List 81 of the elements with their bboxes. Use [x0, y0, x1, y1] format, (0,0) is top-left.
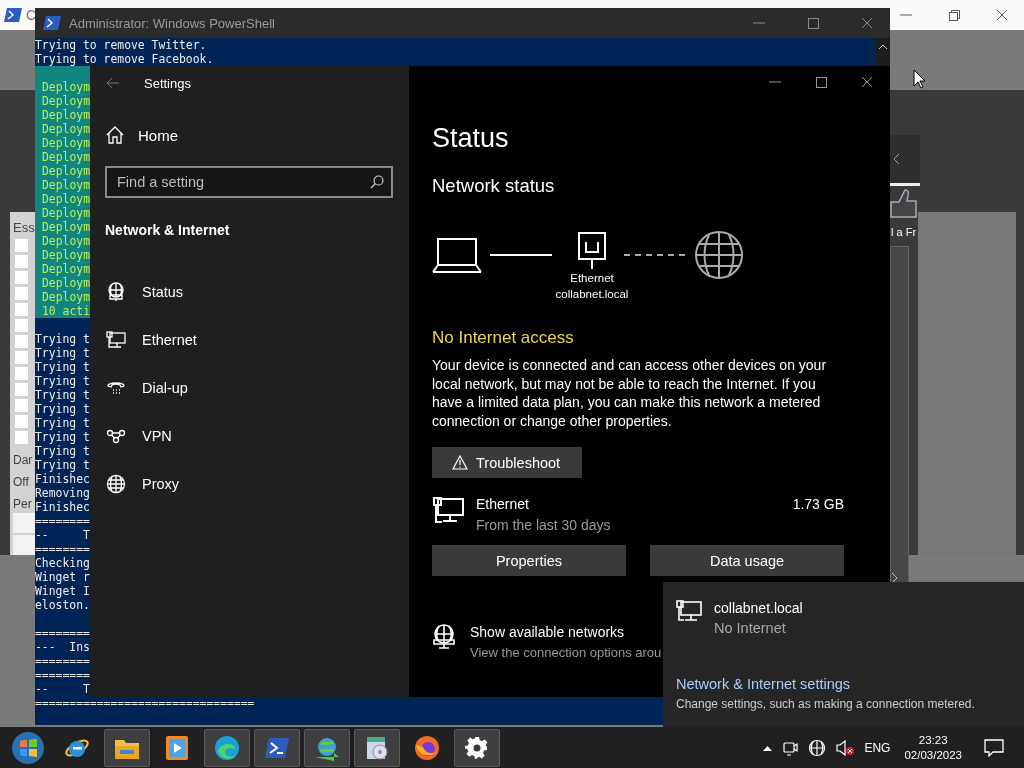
console-line: Trying t [35, 332, 90, 346]
section-heading: Ess [13, 220, 35, 235]
home-link[interactable]: Home [138, 126, 178, 144]
link-title[interactable]: Show available networks [470, 624, 662, 640]
console-line: -- T [35, 528, 90, 542]
console-line: Trying t [35, 374, 90, 388]
console-line: -- T [35, 682, 90, 696]
console-line: Deploym [42, 248, 90, 262]
console-line: ======== [35, 668, 90, 682]
console-line: Trying t [35, 388, 90, 402]
option-label: Off [13, 475, 29, 489]
data-amount: 1.73 GB [792, 496, 844, 514]
action-button[interactable]: Data usage [650, 545, 844, 576]
console-line: ======== [35, 542, 90, 556]
settings-hint: Change settings, such as making a connection metered. [676, 697, 976, 711]
nav-item[interactable]: Status [142, 284, 184, 300]
adapter-name: Ethernet [476, 496, 530, 512]
item-label: l a Fr [891, 226, 918, 238]
window-title: Administrator: Windows PowerShell [69, 15, 276, 31]
console-line: Finishec [35, 500, 90, 514]
window-title: Settings [144, 75, 191, 91]
settings-link[interactable]: Network & Internet settings [676, 676, 1024, 692]
console-line: Trying to remove Facebook. [35, 52, 214, 66]
option-label: Per [13, 497, 32, 511]
adapter-label: Ethernet [570, 271, 614, 286]
network-status: No Internet [714, 620, 787, 636]
console-line: Winget r [35, 570, 90, 584]
console-line: ================================ [35, 696, 255, 710]
console-line: eloston. [35, 598, 90, 612]
console-line: ======== [35, 626, 90, 640]
console-line: Deploym [42, 234, 90, 248]
console-line: Trying to remove Twitter. [35, 38, 207, 52]
console-line: Trying t [35, 430, 90, 444]
link-subtitle: View the connection options arou [470, 645, 662, 660]
console-line: Checking [35, 556, 90, 570]
console-line: Deploym [42, 178, 90, 192]
console-line: ======== [35, 514, 90, 528]
language-indicator[interactable]: ENG [864, 740, 891, 755]
clock[interactable]: 23:23 02/03/2023 [904, 732, 962, 763]
console-line: Deploym [42, 94, 90, 108]
console-line: Deploym [42, 192, 90, 206]
console-line: Deploym [42, 136, 90, 150]
nav-item[interactable]: Dial-up [142, 380, 188, 396]
console-line: Deploym [42, 108, 90, 122]
console-line: Deploym [42, 122, 90, 136]
nav-item[interactable]: Ethernet [142, 332, 197, 348]
console-line: Deploym [42, 80, 90, 94]
action-button[interactable]: Properties [432, 545, 626, 576]
network-name[interactable]: collabnet.local [714, 600, 803, 616]
section-title: Network & Internet [104, 221, 231, 238]
console-line: Deploym [42, 290, 90, 304]
console-line: Removing [35, 486, 90, 500]
console-line: 10 acti [42, 304, 90, 318]
console-line: --- Ins [35, 640, 90, 654]
status-message: No Internet access [432, 328, 575, 348]
console-line: Trying t [35, 402, 90, 416]
console-line: Deploym [42, 276, 90, 290]
window-title: C [26, 7, 37, 23]
troubleshoot-button[interactable]: Troubleshoot [432, 447, 583, 478]
console-line: Deploym [42, 206, 90, 220]
option-label: Dar [13, 453, 33, 467]
console-line: Trying t [35, 444, 90, 458]
nav-item[interactable]: Proxy [142, 476, 180, 492]
console-line: Trying t [35, 458, 90, 472]
console-line: Deploym [42, 164, 90, 178]
description: Your device is connected and can access other devices on your local network, but may not be able to reach the Internet. If you have a limited data plan, you can make this network a metered connection or change other properties. [432, 356, 828, 430]
usage-period: From the last 30 days [476, 517, 611, 533]
console-line: Deploym [42, 262, 90, 276]
console-line: Finishec [35, 472, 90, 486]
console-line: Winget I [35, 584, 90, 598]
console-line: Trying t [35, 346, 90, 360]
console-line: Trying t [35, 416, 90, 430]
page-title: Status [432, 122, 510, 154]
search-field[interactable]: Find a setting [105, 166, 393, 198]
network-label: collabnet.local [555, 287, 629, 302]
console-line: Deploym [42, 150, 90, 164]
console-line: Trying t [35, 360, 90, 374]
section-title: Network status [432, 174, 556, 198]
console-line: Deploym [42, 220, 90, 234]
console-line: ======== [35, 654, 90, 668]
nav-item[interactable]: VPN [142, 428, 172, 444]
